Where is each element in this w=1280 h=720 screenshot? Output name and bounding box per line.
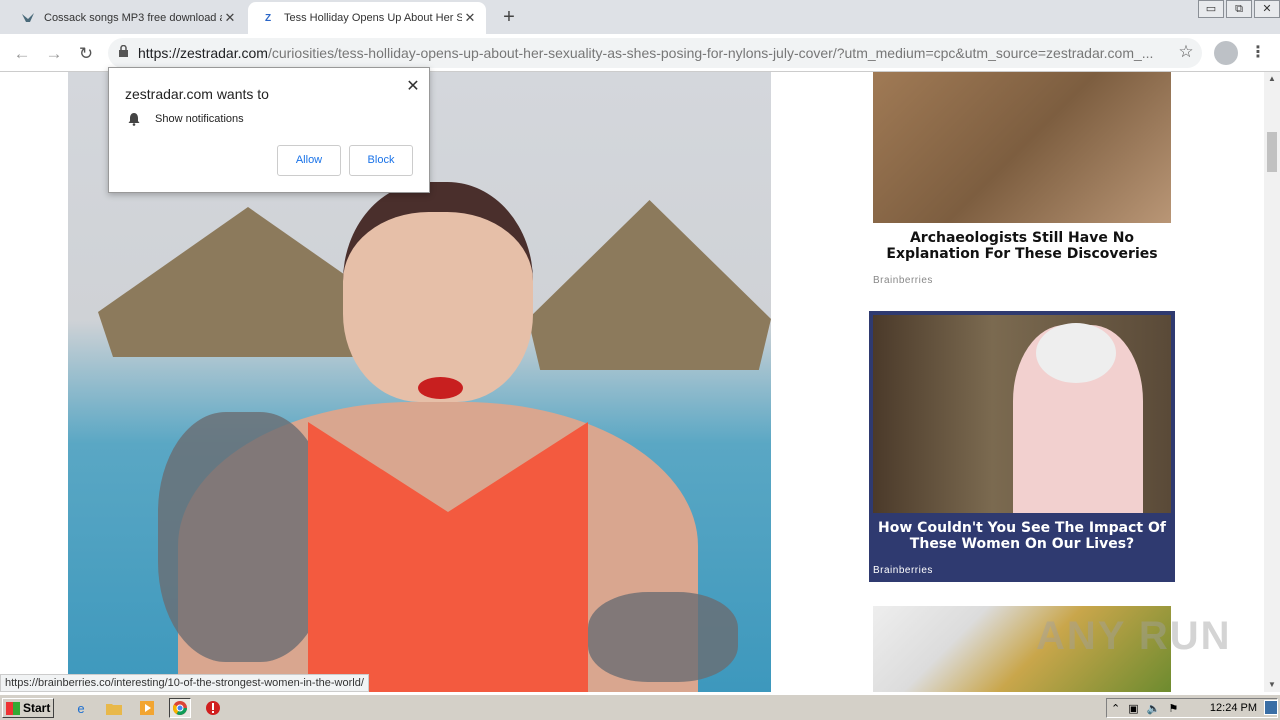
media-player-icon[interactable]	[136, 698, 158, 718]
menu-icon[interactable]: ⋮	[1248, 42, 1268, 62]
chrome-icon[interactable]	[169, 698, 191, 718]
url-host: https://zestradar.com	[138, 45, 268, 61]
tab-bar: Cossack songs MP3 free download a ✕ Z Te…	[0, 0, 1280, 34]
ad-title[interactable]: How Couldn't You See The Impact Of These…	[877, 520, 1167, 552]
permission-label: Show notifications	[155, 113, 244, 125]
page-scrollbar[interactable]: ▲ ▼	[1264, 72, 1280, 692]
anyrun-watermark: ANY RUN	[1036, 614, 1232, 658]
windows-logo-icon	[6, 702, 20, 715]
profile-avatar-icon[interactable]	[1214, 41, 1238, 65]
restore-button[interactable]: ⧉	[1226, 0, 1252, 18]
internet-explorer-icon[interactable]: e	[70, 698, 92, 718]
bell-icon	[127, 112, 141, 126]
system-tray: ⌃ ▣ 🔈 ⚑ 12:24 PM	[1106, 698, 1278, 718]
tray-expand-icon[interactable]: ⌃	[1111, 702, 1120, 715]
action-center-flag-icon[interactable]: ⚑	[1168, 702, 1178, 715]
zestradar-favicon-icon: Z	[264, 12, 272, 24]
new-tab-button[interactable]: +	[498, 6, 520, 28]
start-button[interactable]: Start	[2, 698, 54, 718]
security-shield-icon[interactable]	[202, 698, 224, 718]
status-url-bubble: https://brainberries.co/interesting/10-o…	[0, 674, 369, 692]
close-icon[interactable]: ✕	[222, 10, 238, 26]
close-icon[interactable]: ✕	[405, 76, 421, 96]
lock-icon[interactable]	[118, 44, 130, 61]
ad-source[interactable]: Brainberries	[873, 275, 933, 286]
folder-icon[interactable]	[103, 698, 125, 718]
volume-icon[interactable]: 🔈	[1147, 702, 1161, 715]
start-label: Start	[23, 701, 51, 715]
reload-icon[interactable]: ↻	[74, 42, 98, 66]
scroll-thumb[interactable]	[1267, 132, 1277, 172]
show-desktop-button[interactable]	[1264, 700, 1278, 715]
bookmark-star-icon[interactable]: ☆	[1174, 42, 1198, 62]
tab-title: Tess Holliday Opens Up About Her Se	[284, 12, 462, 24]
ad-title[interactable]: Archaeologists Still Have No Explanation…	[866, 230, 1178, 262]
windows-taskbar: Start e ⌃ ▣ 🔈 ⚑ 12:24 PM	[0, 694, 1280, 720]
queen-ad-image[interactable]	[873, 315, 1171, 513]
window-controls: ▭ ⧉ ✕	[1196, 0, 1280, 18]
notification-permission-popup: zestradar.com wants to ✕ Show notificati…	[108, 67, 430, 193]
person-graphic	[158, 172, 738, 692]
archaeology-ad-image[interactable]	[873, 72, 1171, 223]
forward-icon[interactable]: →	[42, 42, 66, 66]
clock[interactable]: 12:24 PM	[1210, 702, 1257, 714]
scroll-up-icon[interactable]: ▲	[1264, 72, 1280, 86]
address-bar[interactable]: https://zestradar.com /curiosities/tess-…	[108, 38, 1202, 68]
tab-cossack-songs[interactable]: Cossack songs MP3 free download a ✕	[8, 2, 246, 34]
close-icon[interactable]: ✕	[462, 10, 478, 26]
allow-button[interactable]: Allow	[277, 145, 341, 176]
scroll-down-icon[interactable]: ▼	[1264, 678, 1280, 692]
queen-ad-card[interactable]: How Couldn't You See The Impact Of These…	[869, 311, 1175, 582]
ad-source[interactable]: Brainberries	[873, 565, 933, 576]
block-button[interactable]: Block	[349, 145, 413, 176]
popup-title: zestradar.com wants to	[125, 86, 269, 102]
back-icon[interactable]: ←	[10, 42, 34, 66]
tab-tess-holliday[interactable]: Z Tess Holliday Opens Up About Her Se ✕	[248, 2, 486, 34]
network-icon[interactable]: ▣	[1128, 702, 1138, 715]
tab-title: Cossack songs MP3 free download a	[44, 12, 222, 24]
close-window-button[interactable]: ✕	[1254, 0, 1280, 18]
bird-icon	[20, 10, 36, 26]
url-path: /curiosities/tess-holliday-opens-up-abou…	[267, 45, 1154, 61]
minimize-button[interactable]: ▭	[1198, 0, 1224, 18]
